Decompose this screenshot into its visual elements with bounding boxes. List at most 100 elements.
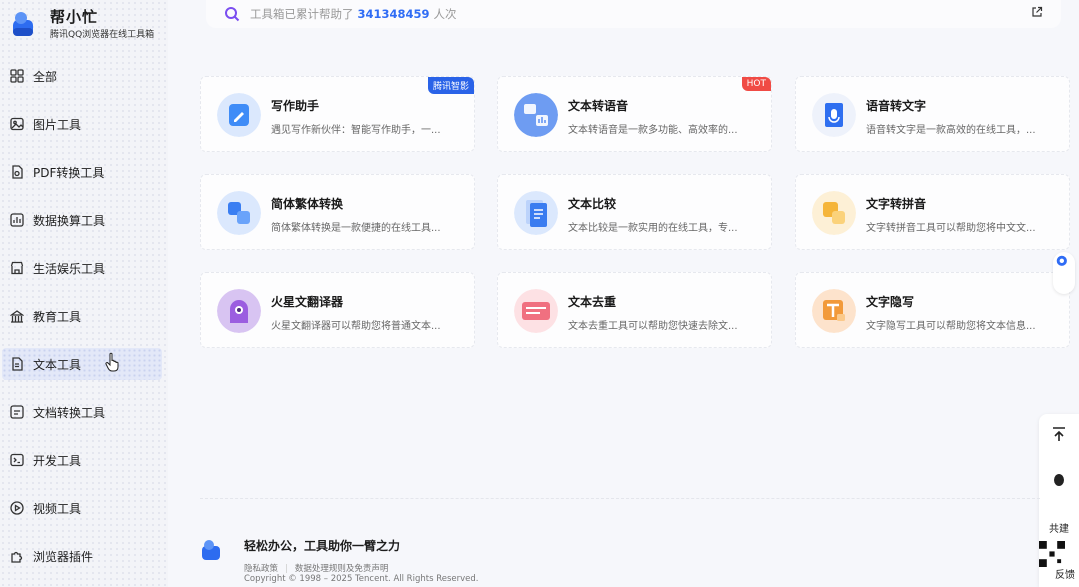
footer-links: 隐私政策 | 数据处理规则及免责声明 (244, 564, 389, 574)
tool-card-steganography[interactable]: 文字隐写 文字隐写工具可以帮助您将文本信息... (795, 272, 1070, 348)
tool-card-text-compare[interactable]: 文本比较 文本比较是一款实用的在线工具，专... (497, 174, 772, 250)
text-to-speech-icon (514, 93, 558, 137)
sidebar-item-label: 教育工具 (33, 309, 82, 324)
tool-title: 文本去重 (568, 295, 617, 309)
brand[interactable]: 帮小忙 腾讯QQ浏览器在线工具箱 (10, 6, 170, 46)
qq-icon[interactable] (1051, 472, 1067, 488)
hidden-text-icon (812, 289, 856, 333)
chart-icon (10, 213, 24, 227)
sidebar-item-image[interactable]: 图片工具 (0, 100, 168, 148)
tool-title: 文字隐写 (866, 295, 915, 309)
tool-desc: 简体繁体转换是一款便捷的在线工具... (271, 223, 441, 234)
sidebar-item-label: 文本工具 (33, 357, 82, 372)
tool-card-simplified-traditional[interactable]: 简体繁体转换 简体繁体转换是一款便捷的在线工具... (200, 174, 475, 250)
brand-name: 帮小忙 (50, 8, 99, 26)
sidebar-item-label: 浏览器插件 (33, 549, 94, 564)
tool-desc: 火星文翻译器可以帮助您将普通文本... (271, 321, 441, 332)
convert-chars-icon (217, 191, 261, 235)
martian-icon (217, 289, 261, 333)
sidebar-item-label: 视频工具 (33, 501, 82, 516)
tool-desc: 文本转语音是一款多功能、高效率的... (568, 125, 738, 136)
shop-icon (10, 261, 24, 275)
tool-title: 文本转语音 (568, 99, 629, 113)
sidebar-item-label: 文档转换工具 (33, 405, 106, 420)
sidebar-item-text[interactable]: 文本工具 (0, 340, 168, 388)
search-bar[interactable]: 工具箱已累计帮助了 341348459 人次 (206, 0, 1061, 28)
brand-logo-icon (13, 12, 33, 36)
tool-card-martian[interactable]: 火星文翻译器 火星文翻译器可以帮助您将普通文本... (200, 272, 475, 348)
sidebar-item-pdf[interactable]: PDF转换工具 (0, 148, 168, 196)
footer-logo-icon (202, 540, 220, 560)
sidebar-item-label: 生活娱乐工具 (33, 261, 106, 276)
side-float-bar: 共建 反馈 (1039, 414, 1079, 587)
tool-card-writing[interactable]: 写作助手 遇见写作新伙伴：智能写作助手，一... 腾讯智影 (200, 76, 475, 152)
back-to-top-icon[interactable] (1051, 426, 1067, 442)
text-icon (12, 357, 23, 371)
assistant-icon (1056, 255, 1067, 266)
search-icon (225, 7, 240, 22)
tool-title: 语音转文字 (866, 99, 927, 113)
sidebar-nav: 全部 图片工具 PDF转换工具 数据换算工具 生活娱乐工具 教育工具 文本工具 (0, 52, 168, 580)
tool-desc: 文本比较是一款实用的在线工具，专... (568, 223, 738, 234)
tool-badge: HOT (741, 77, 771, 91)
data-rules-link[interactable]: 数据处理规则及免责声明 (295, 564, 389, 574)
plugin-icon (11, 551, 23, 563)
compare-icon (514, 191, 558, 235)
tool-title: 文字转拼音 (866, 197, 927, 211)
sidebar-item-life[interactable]: 生活娱乐工具 (0, 244, 168, 292)
tool-title: 火星文翻译器 (271, 295, 344, 309)
sidebar-item-data[interactable]: 数据换算工具 (0, 196, 168, 244)
doc-convert-icon (10, 405, 24, 419)
co-build-label[interactable]: 共建 (1039, 520, 1079, 535)
tool-desc: 文字转拼音工具可以帮助您将中文文... (866, 223, 1036, 234)
sidebar-item-label: 全部 (33, 69, 58, 84)
search-suffix: 人次 (433, 7, 457, 21)
sidebar-item-label: PDF转换工具 (33, 165, 105, 180)
tool-desc: 语音转文字是一款高效的在线工具，... (866, 125, 1036, 136)
tool-card-dedup[interactable]: 文本去重 文本去重工具可以帮助您快速去除文... (497, 272, 772, 348)
sidebar-item-video[interactable]: 视频工具 (0, 484, 168, 532)
share-icon[interactable] (1031, 6, 1043, 18)
feedback-label[interactable]: 反馈 (1045, 566, 1079, 581)
footer-divider (200, 498, 1040, 499)
brand-subtitle: 腾讯QQ浏览器在线工具箱 (50, 30, 155, 40)
sidebar-item-dev[interactable]: 开发工具 (0, 436, 168, 484)
pen-icon (217, 93, 261, 137)
grid-icon (10, 69, 24, 83)
hand-cursor-icon (105, 352, 119, 372)
terminal-icon (10, 453, 24, 467)
side-assistant-widget[interactable] (1053, 252, 1075, 294)
footer-slogan: 轻松办公，工具助你一臂之力 (244, 539, 401, 553)
copyright: Copyright © 1998 – 2025 Tencent. All Rig… (244, 574, 479, 584)
tool-card-pinyin[interactable]: 文字转拼音 文字转拼音工具可以帮助您将中文文... (795, 174, 1070, 250)
pinyin-icon (812, 191, 856, 235)
qr-code-icon (1039, 541, 1065, 567)
sidebar: 帮小忙 腾讯QQ浏览器在线工具箱 全部 图片工具 PDF转换工具 数据换算工具 … (0, 0, 168, 587)
sidebar-item-all[interactable]: 全部 (0, 52, 168, 100)
tool-card-tts[interactable]: 文本转语音 文本转语音是一款多功能、高效率的... HOT (497, 76, 772, 152)
tool-card-stt[interactable]: 语音转文字 语音转文字是一款高效的在线工具，... (795, 76, 1070, 152)
sidebar-item-education[interactable]: 教育工具 (0, 292, 168, 340)
microphone-icon (812, 93, 856, 137)
tool-badge: 腾讯智影 (427, 77, 474, 94)
sidebar-item-label: 开发工具 (33, 453, 82, 468)
search-prefix: 工具箱已累计帮助了 (250, 7, 354, 21)
sidebar-item-label: 数据换算工具 (33, 213, 106, 228)
tool-title: 简体繁体转换 (271, 197, 344, 211)
privacy-link[interactable]: 隐私政策 (244, 564, 278, 574)
sidebar-item-doc-convert[interactable]: 文档转换工具 (0, 388, 168, 436)
active-highlight (2, 348, 162, 380)
dedup-icon (514, 289, 558, 333)
tool-desc: 文字隐写工具可以帮助您将文本信息... (866, 321, 1036, 332)
sidebar-item-plugin[interactable]: 浏览器插件 (0, 532, 168, 580)
tool-desc: 文本去重工具可以帮助您快速去除文... (568, 321, 738, 332)
sidebar-item-label: 图片工具 (33, 117, 82, 132)
tool-desc: 遇见写作新伙伴：智能写作助手，一... (271, 125, 441, 136)
image-icon (10, 117, 24, 131)
pdf-icon (12, 165, 23, 179)
tool-title: 文本比较 (568, 197, 617, 211)
usage-count: 341348459 (357, 7, 430, 21)
video-icon (10, 501, 24, 515)
tool-title: 写作助手 (271, 99, 320, 113)
school-icon (10, 310, 24, 323)
